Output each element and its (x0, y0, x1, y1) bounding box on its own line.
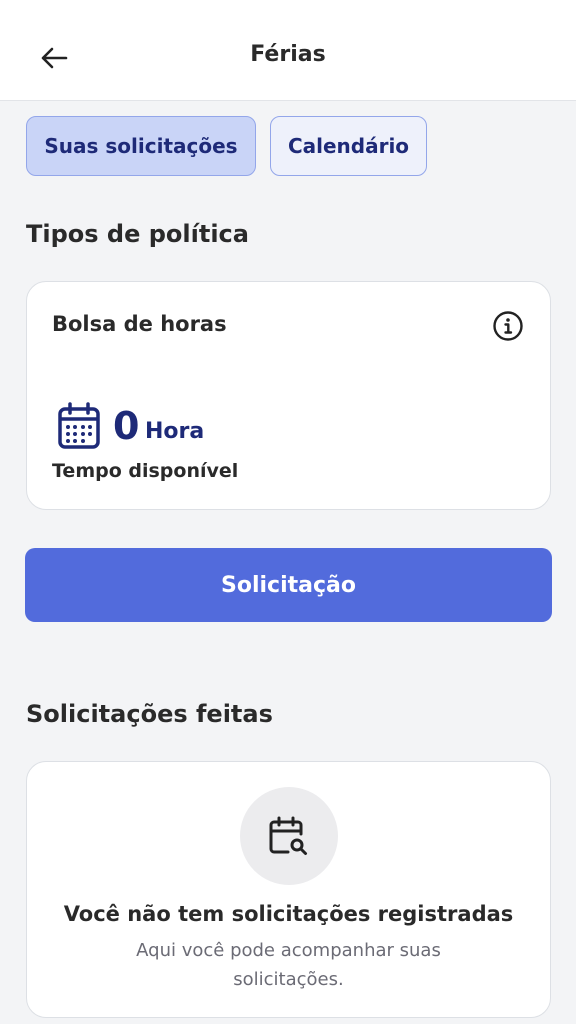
info-icon (493, 311, 523, 341)
calendar-search-icon (269, 816, 307, 855)
empty-state-card: Você não tem solicitações registradas Aq… (26, 761, 551, 1018)
tab-label: Calendário (287, 134, 410, 158)
empty-state-description: Aqui você pode acompanhar suas solicitaç… (136, 940, 441, 990)
empty-state-icon-circle (240, 787, 338, 885)
available-time-label: Tempo disponível (52, 460, 239, 482)
policy-card: Bolsa de horas 0 Hora Tempo disponível (26, 281, 551, 510)
requests-made-heading: Solicitações feitas (26, 700, 273, 728)
info-button[interactable] (492, 310, 524, 342)
empty-state-title: Você não tem solicitações registradas (63, 902, 514, 926)
request-button[interactable]: Solicitação (25, 548, 552, 622)
request-button-label: Solicitação (221, 572, 356, 598)
app-header: Férias (0, 0, 576, 101)
policy-types-heading: Tipos de política (26, 220, 249, 248)
tab-label: Suas solicitações (44, 134, 238, 158)
tab-calendar[interactable]: Calendário (270, 116, 427, 176)
calendar-icon (57, 402, 101, 450)
page-title: Férias (250, 42, 326, 67)
available-amount: 0 (113, 404, 140, 448)
tab-your-requests[interactable]: Suas solicitações (26, 116, 256, 176)
available-unit: Hora (145, 419, 205, 444)
policy-name: Bolsa de horas (52, 312, 227, 336)
